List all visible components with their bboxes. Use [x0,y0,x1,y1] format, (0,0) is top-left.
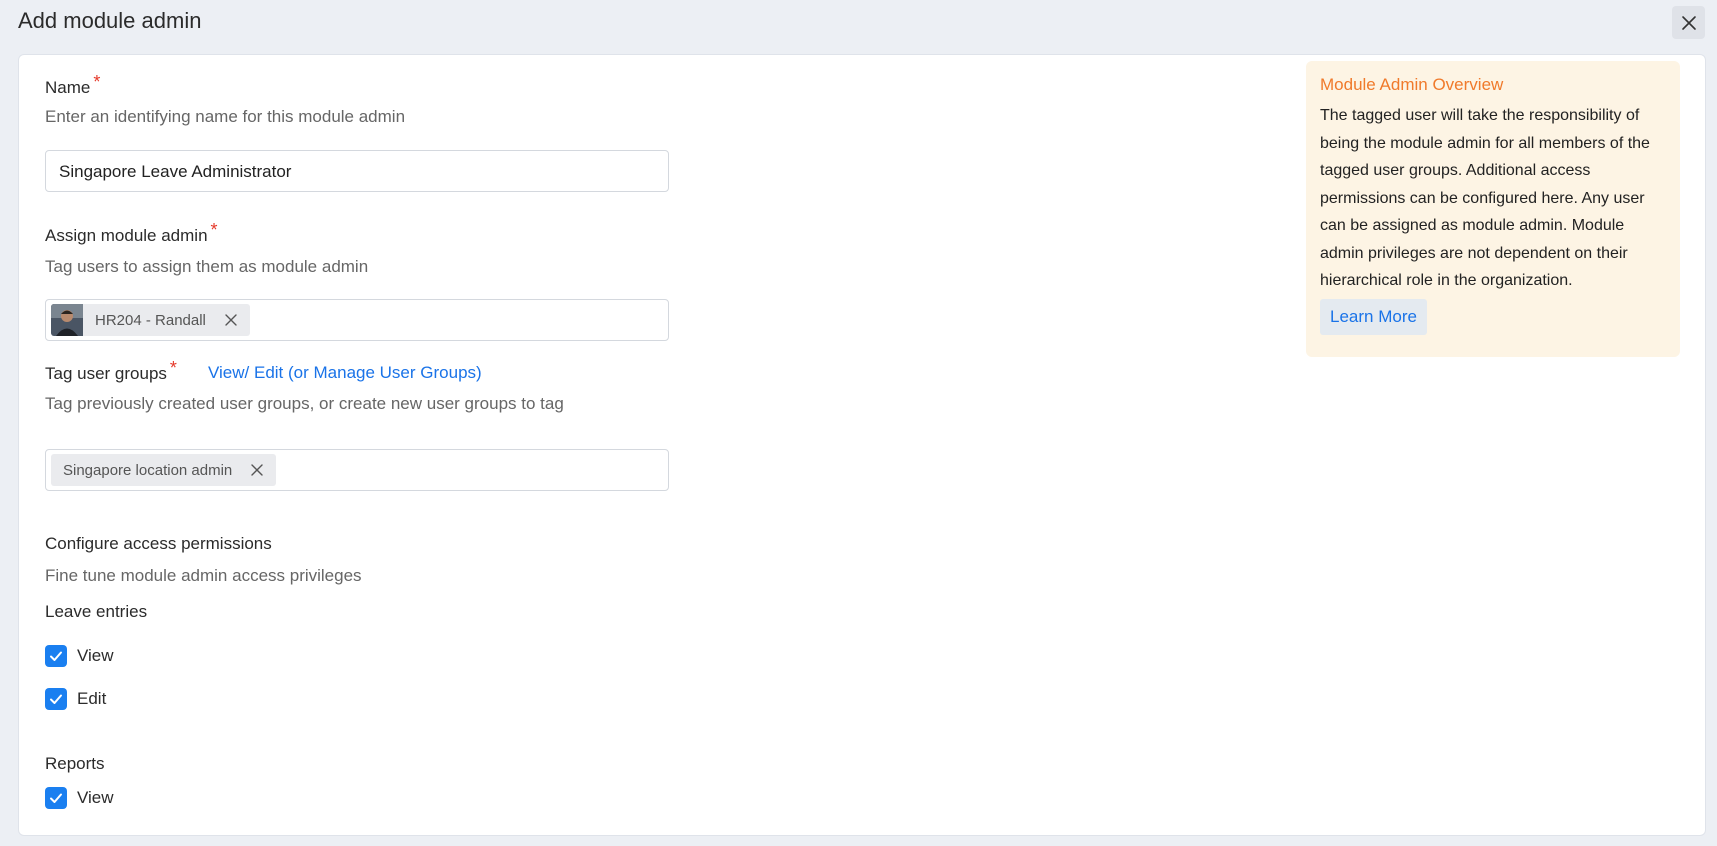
assign-admin-input[interactable]: HR204 - Randall [45,299,669,341]
group-chip-label: Singapore location admin [63,461,233,479]
name-description: Enter an identifying name for this modul… [45,107,406,126]
check-icon [50,651,62,661]
check-icon [50,793,62,803]
remove-chip-icon[interactable] [224,313,238,327]
leave-edit-checkbox-row[interactable]: Edit [45,688,106,710]
form-panel: Name * Enter an identifying name for this… [18,54,1706,836]
assign-admin-label: Assign module admin * [45,220,218,246]
user-chip: HR204 - Randall [51,304,250,336]
name-label: Name * [45,72,100,98]
close-icon [1681,15,1696,30]
reports-title: Reports [45,754,105,773]
name-input-value: Singapore Leave Administrator [59,162,292,181]
name-input[interactable]: Singapore Leave Administrator [45,150,669,192]
user-groups-input[interactable]: Singapore location admin [45,449,669,491]
assign-admin-description: Tag users to assign them as module admin [45,257,369,276]
leave-view-label: View [77,646,114,665]
user-groups-description: Tag previously created user groups, or c… [45,394,564,413]
module-admin-overview-card: Module Admin Overview The tagged user wi… [1306,61,1680,357]
close-button[interactable] [1672,6,1705,39]
leave-edit-checkbox[interactable] [45,688,67,710]
remove-chip-icon[interactable] [250,463,264,477]
leave-view-checkbox-row[interactable]: View [45,645,114,667]
user-chip-label: HR204 - Randall [95,311,206,329]
required-mark: * [169,358,177,378]
reports-view-label: View [77,788,114,807]
user-groups-label-text: Tag user groups [45,364,167,383]
assign-admin-label-text: Assign module admin [45,226,208,245]
dialog-title: Add module admin [18,8,202,33]
leave-edit-label: Edit [77,689,107,708]
overview-title: Module Admin Overview [1320,75,1504,94]
leave-view-checkbox[interactable] [45,645,67,667]
reports-view-checkbox[interactable] [45,787,67,809]
check-icon [50,694,62,704]
overview-body: The tagged user will take the responsibi… [1320,107,1650,289]
user-groups-label: Tag user groups * [45,358,177,384]
manage-user-groups-link[interactable]: View/ Edit (or Manage User Groups) [208,363,482,383]
permissions-heading: Configure access permissions [45,534,272,553]
leave-entries-title: Leave entries [45,602,148,621]
reports-view-checkbox-row[interactable]: View [45,787,114,809]
group-chip: Singapore location admin [51,454,277,486]
required-mark: * [93,72,101,92]
learn-more-button[interactable]: Learn More [1320,298,1427,335]
user-avatar [51,304,83,336]
permissions-description: Fine tune module admin access privileges [45,566,362,585]
name-label-text: Name [45,78,91,97]
required-mark: * [210,220,218,240]
